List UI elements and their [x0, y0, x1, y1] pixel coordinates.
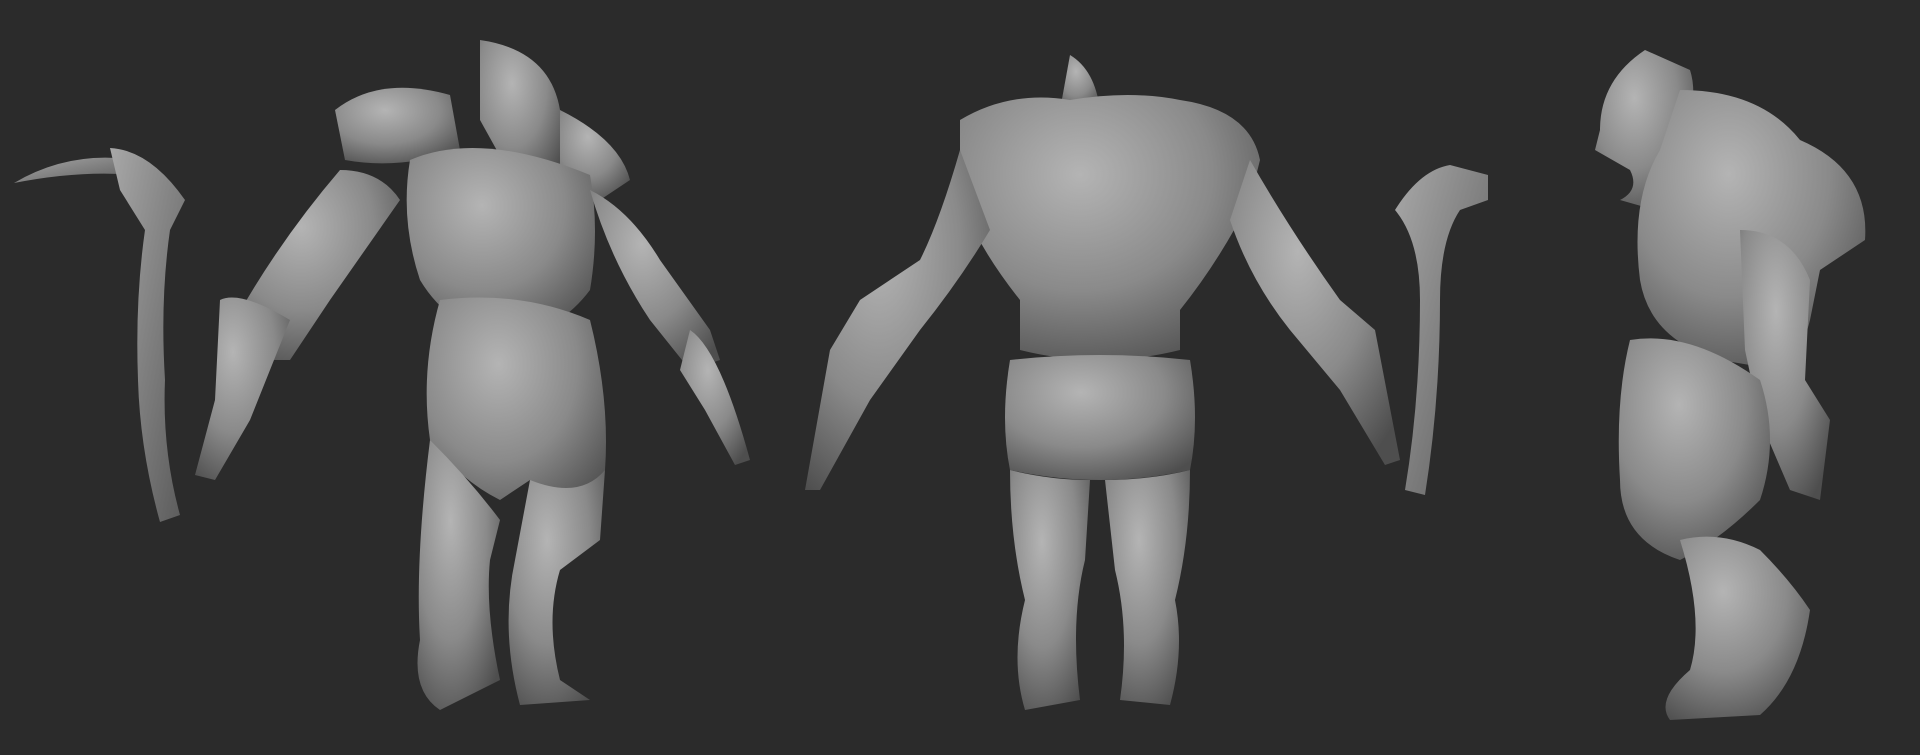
sculpt-turnaround-render [0, 0, 1920, 755]
